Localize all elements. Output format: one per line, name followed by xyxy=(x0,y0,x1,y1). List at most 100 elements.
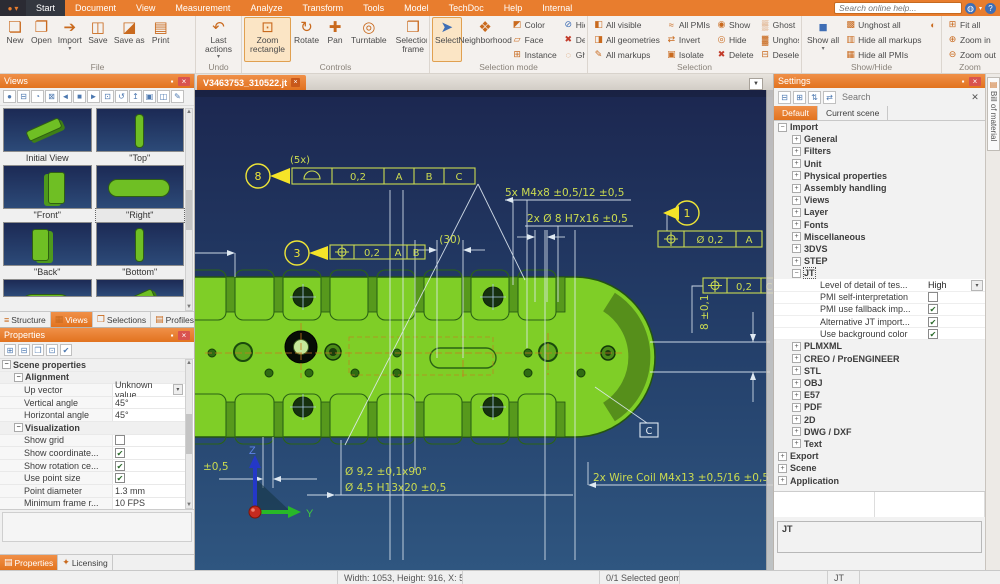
expander-icon[interactable]: + xyxy=(792,354,801,363)
tab-list-dropdown-button[interactable]: ▼ xyxy=(749,78,763,90)
view-thumbnail-image[interactable] xyxy=(96,222,185,266)
stop-view-icon[interactable]: ■ xyxy=(73,90,86,103)
expander-icon[interactable]: + xyxy=(792,232,801,241)
expander-icon[interactable]: − xyxy=(14,373,23,382)
close-icon[interactable]: × xyxy=(969,77,981,86)
settings-tree-row[interactable]: + Application ▾ xyxy=(774,474,985,486)
ribbon-button[interactable]: ◌Ghost▾ xyxy=(560,47,585,62)
checkbox[interactable] xyxy=(928,317,938,327)
set-sort-alpha-icon[interactable]: ⇄ xyxy=(823,91,836,104)
expander-icon[interactable]: + xyxy=(778,452,787,461)
expander-icon[interactable]: + xyxy=(792,220,801,229)
property-row[interactable]: Vertical angle 45° ▾ xyxy=(0,397,185,410)
prop-collapse-icon[interactable]: ⊟ xyxy=(18,344,30,356)
ribbon-button[interactable]: ◩Color▾ xyxy=(509,17,560,32)
canvas-scrollbar[interactable] xyxy=(766,90,773,570)
settings-tree-row[interactable]: + Miscellaneous ▾ xyxy=(774,231,985,243)
image-view-icon[interactable]: ▣ xyxy=(143,90,156,103)
view-thumbnail-image[interactable] xyxy=(3,165,92,209)
views-scrollbar[interactable]: ▲▼ xyxy=(185,108,193,311)
ribbon-button[interactable]: ⊖Zoom out▾ xyxy=(944,47,996,62)
settings-tree-row[interactable]: + PDF ▾ xyxy=(774,401,985,413)
thumb-large-icon[interactable]: ● xyxy=(3,90,16,103)
property-row[interactable]: Show rotation ce... ▾ xyxy=(0,460,185,473)
prev-view-icon[interactable]: ◄ xyxy=(59,90,72,103)
clear-search-icon[interactable]: ✕ xyxy=(969,92,981,103)
document-tab[interactable]: V3463753_310522.jt × xyxy=(197,75,306,90)
ribbon-button[interactable]: ▤Print▾ xyxy=(148,17,174,62)
settings-tree-row[interactable]: + General ▾ xyxy=(774,133,985,145)
scroll-down-icon[interactable]: ▼ xyxy=(186,304,192,310)
checkbox[interactable] xyxy=(115,435,125,445)
ribbon-button[interactable]: ⊕Zoom in▾ xyxy=(944,32,996,47)
settings-tree-row[interactable]: + DWG / DXF ▾ xyxy=(774,426,985,438)
view-thumbnail[interactable]: "Bottom" xyxy=(96,222,185,279)
ribbon-button[interactable]: ◫Save▾ xyxy=(85,17,111,62)
play-view-icon[interactable]: ► xyxy=(87,90,100,103)
ribbon-button[interactable]: ⊘Hide▾ xyxy=(560,17,585,32)
panel-tab[interactable]: ❐Selections xyxy=(93,312,151,327)
ribbon-button[interactable]: ❒Selection frame▾ xyxy=(390,17,427,62)
scrollbar-thumb[interactable] xyxy=(186,190,192,230)
view-thumbnail-image[interactable] xyxy=(96,108,185,152)
capture-view-icon[interactable]: ⊡ xyxy=(101,90,114,103)
expander-icon[interactable]: + xyxy=(778,464,787,473)
settings-search-input[interactable] xyxy=(838,91,967,104)
property-row[interactable]: − Scene properties ▾ xyxy=(0,359,185,372)
ribbon-button[interactable]: ✖Delete▾ xyxy=(713,47,757,62)
ribbon-button[interactable]: ✚Pan▾ xyxy=(322,17,348,62)
settings-tree-row[interactable]: + OBJ ▾ xyxy=(774,377,985,389)
filter-cell[interactable] xyxy=(875,492,985,517)
expander-icon[interactable]: + xyxy=(792,342,801,351)
scroll-up-icon[interactable]: ▲ xyxy=(186,109,192,115)
property-row[interactable]: Minimum frame r... 10 FPS ▾ xyxy=(0,498,185,510)
panel-tab[interactable]: ▤Profiles xyxy=(151,312,199,327)
property-value-cell[interactable]: 45° ▾ xyxy=(112,409,185,421)
settings-tree-row[interactable]: + STEP ▾ xyxy=(774,255,985,267)
expander-icon[interactable]: − xyxy=(2,360,11,369)
settings-tree-row[interactable]: + Export ▾ xyxy=(774,450,985,462)
bill-of-material-tab[interactable]: ▤ Bill of material xyxy=(987,77,1000,151)
view-thumbnail[interactable]: "Right" xyxy=(96,165,185,222)
ribbon-button[interactable]: ◐Invert visibility▾ xyxy=(924,17,939,32)
ribbon-button[interactable]: ■Show all▾ xyxy=(804,17,842,62)
panel-tab[interactable]: ✦Licensing xyxy=(58,555,112,570)
checkbox[interactable] xyxy=(928,292,938,302)
scroll-down-icon[interactable]: ▼ xyxy=(186,502,192,508)
settings-tree-row[interactable]: Level of detail of tes... High ▾ xyxy=(774,279,985,291)
checkbox[interactable] xyxy=(115,461,125,471)
expander-icon[interactable]: + xyxy=(792,427,801,436)
ribbon-button[interactable]: ◪Save as▾ xyxy=(111,17,148,62)
scroll-up-icon[interactable]: ▲ xyxy=(186,360,192,366)
close-icon[interactable]: × xyxy=(178,77,190,86)
ribbon-button[interactable]: ⊟Deselect▾ xyxy=(757,47,799,62)
ribbon-button[interactable]: ⇄Invert▾ xyxy=(663,32,713,47)
property-value-cell[interactable]: ▾ xyxy=(112,435,185,447)
expander-icon[interactable]: + xyxy=(792,257,801,266)
view-thumbnail-image[interactable] xyxy=(3,279,92,297)
expander-icon[interactable]: + xyxy=(792,415,801,424)
settings-tab[interactable]: Current scene xyxy=(818,106,888,120)
settings-tree-row[interactable]: + 2D ▾ xyxy=(774,414,985,426)
settings-tree-row[interactable]: + Text ▾ xyxy=(774,438,985,450)
settings-tree-row[interactable]: + Views ▾ xyxy=(774,194,985,206)
pin-icon[interactable]: ▪ xyxy=(166,331,178,340)
close-icon[interactable]: × xyxy=(178,331,190,340)
ribbon-tab[interactable]: Help xyxy=(494,0,533,16)
expander-icon[interactable]: − xyxy=(778,123,787,132)
settings-tree-row[interactable]: + Scene ▾ xyxy=(774,462,985,474)
set-collapse-icon[interactable]: ⊟ xyxy=(778,91,791,104)
settings-tab[interactable]: Default xyxy=(774,106,818,120)
pin-icon[interactable]: ▪ xyxy=(166,77,178,86)
property-row[interactable]: Use point size ▾ xyxy=(0,472,185,485)
set-sort-icon[interactable]: ⇅ xyxy=(808,91,821,104)
ribbon-button[interactable]: ◨All geometries▾ xyxy=(590,32,663,47)
part-geometry[interactable] xyxy=(195,270,655,444)
view-thumbnail-image[interactable] xyxy=(3,108,92,152)
settings-tree-row[interactable]: + PLMXML ▾ xyxy=(774,340,985,352)
settings-tree-row[interactable]: + Layer ▾ xyxy=(774,206,985,218)
checkbox[interactable] xyxy=(115,473,125,483)
ribbon-button[interactable]: ↶Last actions▾ xyxy=(198,17,239,62)
update-view-icon[interactable]: ↺ xyxy=(115,90,128,103)
ribbon-button[interactable]: ◧All visible▾ xyxy=(590,17,663,32)
